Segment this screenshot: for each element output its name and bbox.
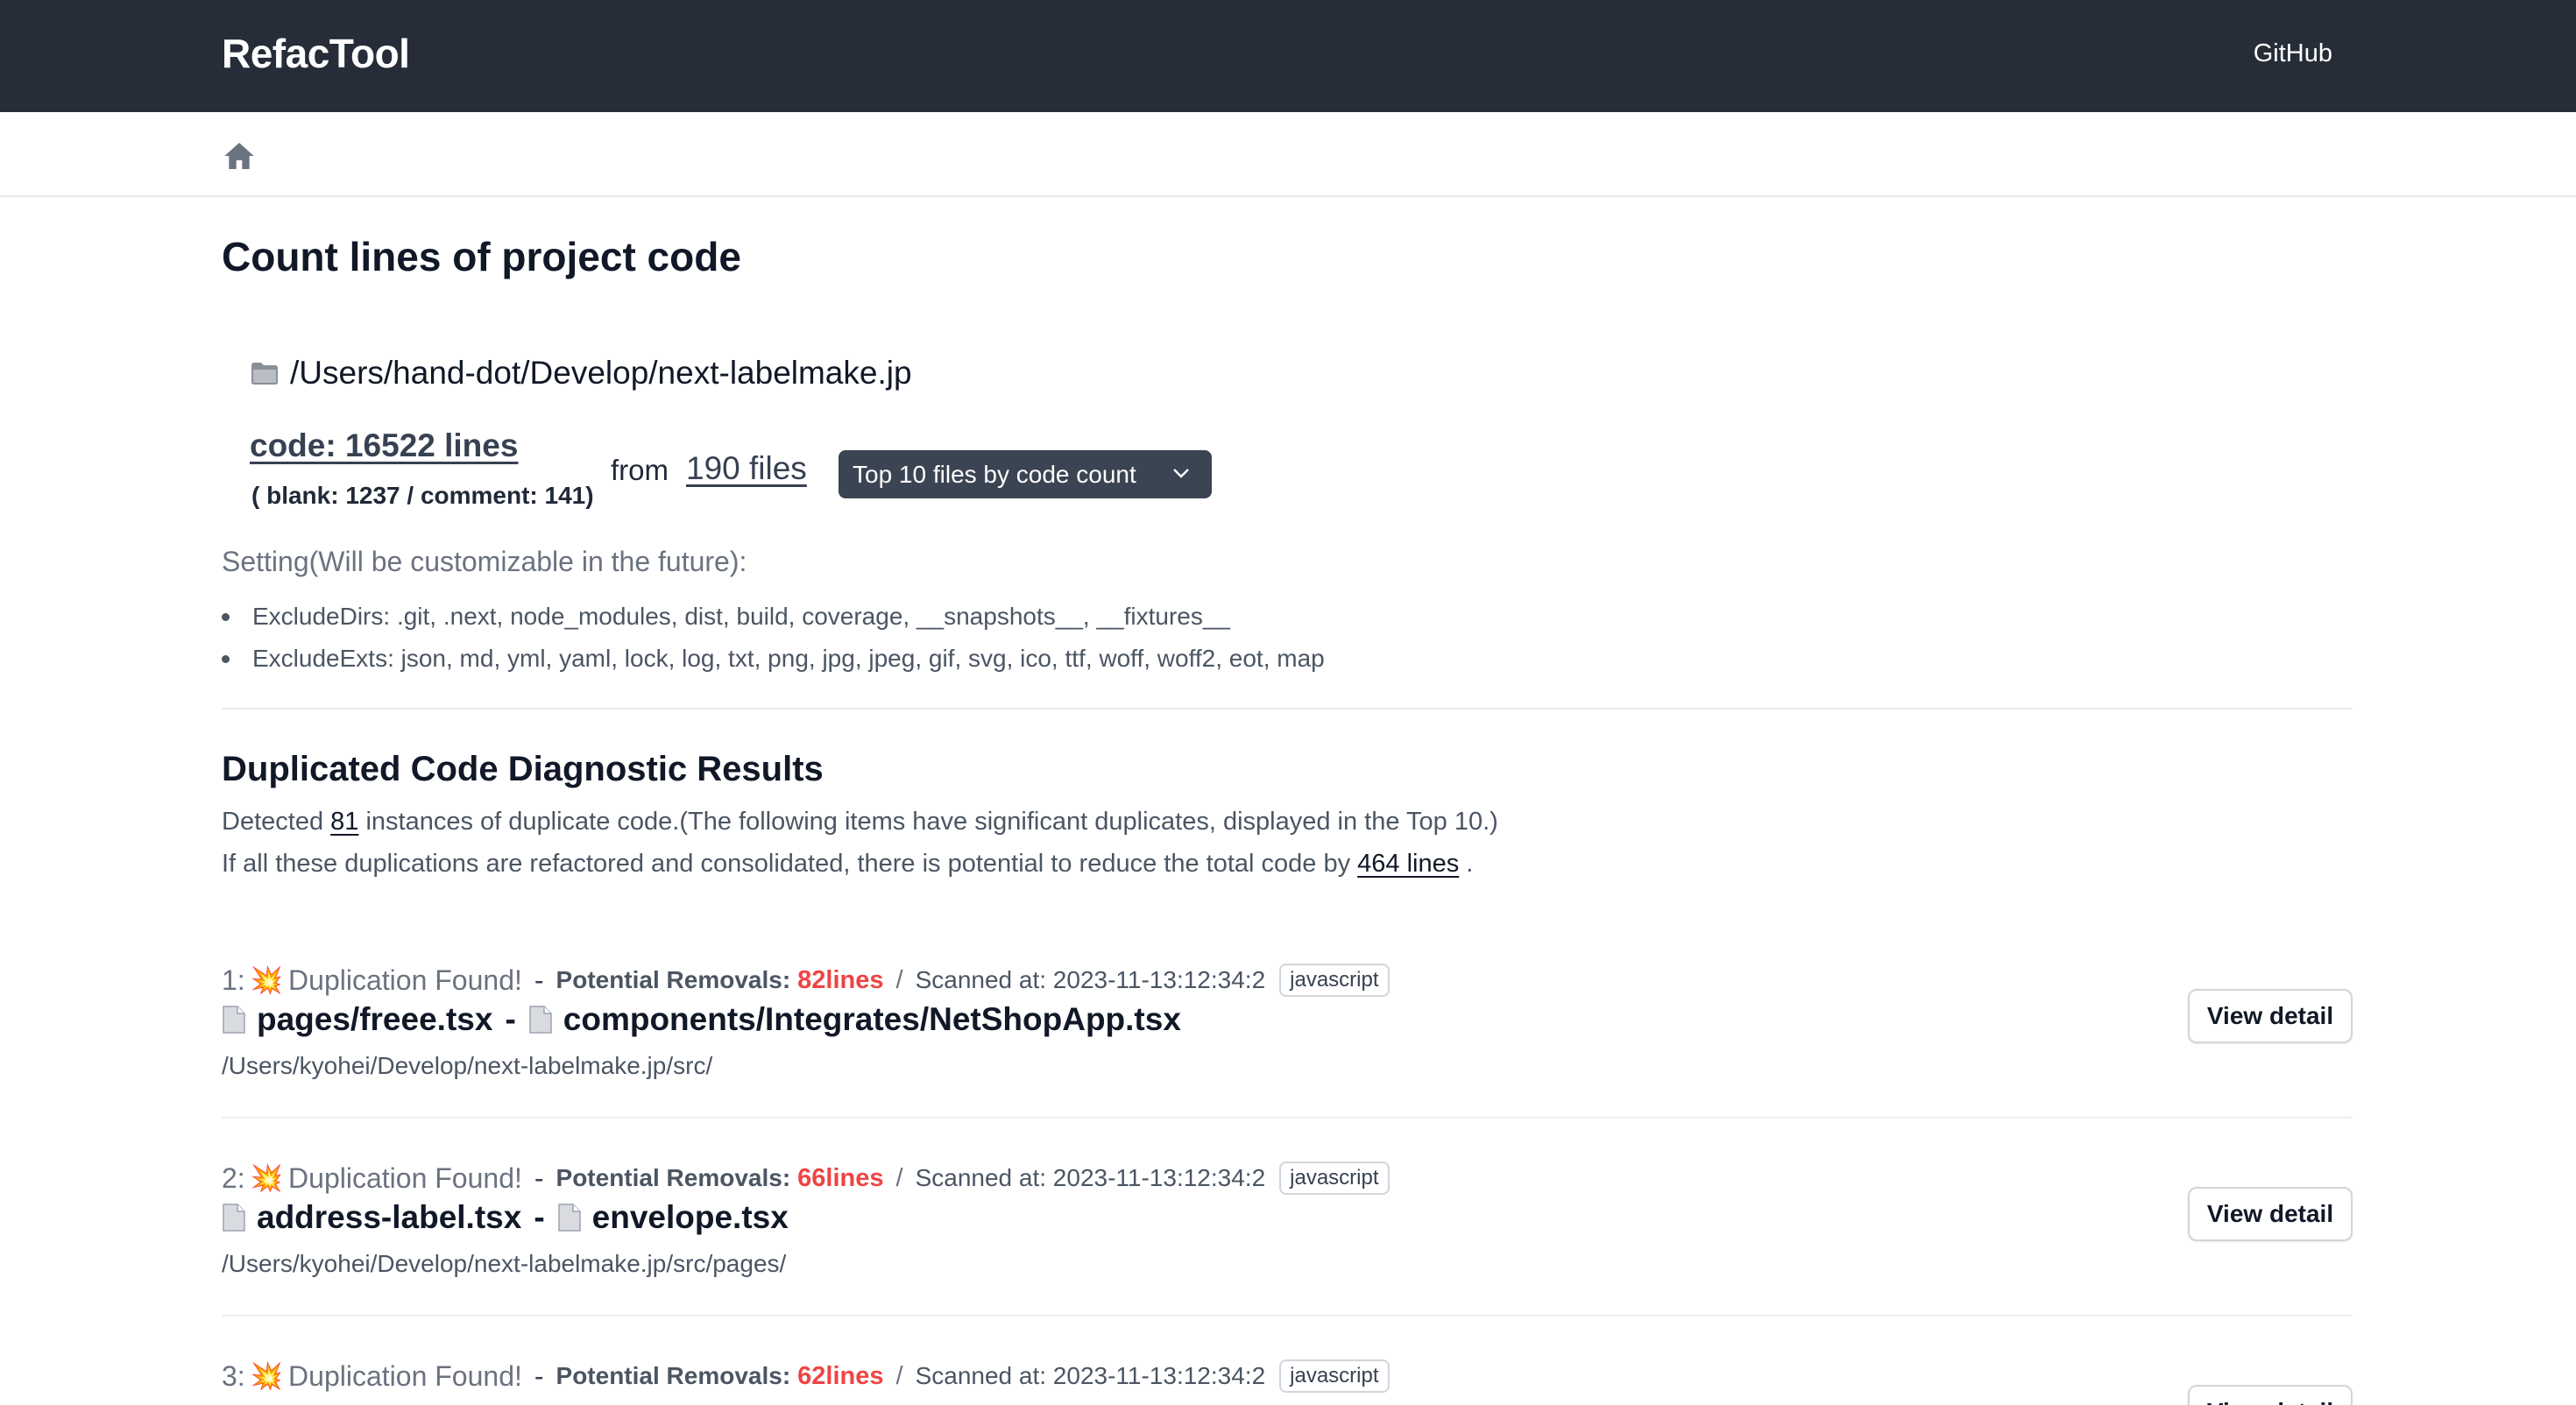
duplication-found-label: Duplication Found! bbox=[288, 964, 522, 996]
detect-summary: Detected 81 instances of duplicate code.… bbox=[222, 808, 1498, 837]
collision-icon: 💥 bbox=[250, 1361, 284, 1391]
home-icon[interactable] bbox=[222, 138, 257, 173]
potential-removals-label: Potential Removals: bbox=[556, 1164, 791, 1191]
item-number: 2: bbox=[222, 1161, 245, 1194]
duplicate-item-header: 3: 💥 Duplication Found! - Potential Remo… bbox=[222, 1357, 1390, 1395]
item-divider bbox=[222, 1117, 2353, 1119]
dash-separator: - bbox=[534, 1161, 544, 1194]
duplicate-item: 2: 💥 Duplication Found! - Potential Remo… bbox=[222, 1159, 2353, 1317]
chevron-down-icon bbox=[1173, 469, 1189, 478]
detect-count-link[interactable]: 81 bbox=[330, 808, 358, 836]
item-divider bbox=[222, 1315, 2353, 1317]
settings-item-text: ExcludeExts: json, md, yml, yaml, lock, … bbox=[252, 645, 1325, 672]
bullet bbox=[222, 654, 230, 663]
duplicate-files: pages/freee.tsx - components/Integrates/… bbox=[222, 1001, 1181, 1038]
detect-suffix: instances of duplicate code.(The followi… bbox=[365, 808, 1498, 836]
reduce-prefix: If all these duplications are refactored… bbox=[222, 850, 1351, 878]
slash-separator: / bbox=[895, 965, 903, 994]
breadcrumb bbox=[0, 112, 2576, 197]
from-label: from bbox=[611, 454, 669, 486]
file-a-name: pages/freee.tsx bbox=[257, 1001, 493, 1037]
settings-list: ExcludeDirs: .git, .next, node_modules, … bbox=[222, 596, 1325, 680]
duplicate-files: address-label.tsx - envelope.tsx bbox=[222, 1199, 789, 1236]
duplicate-item-header: 2: 💥 Duplication Found! - Potential Remo… bbox=[222, 1159, 1390, 1197]
file-icon bbox=[529, 1006, 552, 1034]
bullet bbox=[222, 612, 230, 621]
item-number: 1: bbox=[222, 964, 245, 996]
scanned-at: Scanned at: 2023-11-13:12:34:2 bbox=[915, 966, 1266, 993]
file-directory-path: /Users/kyohei/Develop/next-labelmake.jp/… bbox=[222, 1052, 713, 1079]
scanned-at: Scanned at: 2023-11-13:12:34:2 bbox=[915, 1164, 1266, 1191]
duplicate-item: 3: 💥 Duplication Found! - Potential Remo… bbox=[222, 1357, 2353, 1405]
view-detail-button[interactable]: View detail bbox=[2188, 1385, 2353, 1405]
file-directory-path: /Users/kyohei/Develop/next-labelmake.jp/… bbox=[222, 1250, 787, 1277]
dash-separator: - bbox=[534, 964, 544, 996]
scanned-at: Scanned at: 2023-11-13:12:34:2 bbox=[915, 1362, 1266, 1389]
language-badge: javascript bbox=[1279, 1161, 1390, 1195]
file-b-name: components/Integrates/NetShopApp.tsx bbox=[563, 1001, 1181, 1037]
file-separator: - bbox=[505, 1001, 516, 1037]
page-title: Count lines of project code bbox=[222, 234, 741, 279]
reduce-amount-link[interactable]: 464 lines bbox=[1357, 850, 1459, 878]
project-path: /Users/hand-dot/Develop/next-labelmake.j… bbox=[290, 355, 912, 391]
slash-separator: / bbox=[895, 1163, 903, 1192]
settings-item: ExcludeExts: json, md, yml, yaml, lock, … bbox=[222, 638, 1325, 680]
top-files-select[interactable]: Top 10 files by code count bbox=[839, 450, 1212, 498]
dash-separator: - bbox=[534, 1359, 544, 1392]
duplicate-item-header: 1: 💥 Duplication Found! - Potential Remo… bbox=[222, 961, 1390, 999]
project-path-row: /Users/hand-dot/Develop/next-labelmake.j… bbox=[250, 355, 912, 392]
file-icon bbox=[557, 1204, 581, 1232]
reduce-suffix: . bbox=[1459, 850, 1474, 878]
brand-logo[interactable]: RefacTool bbox=[222, 30, 410, 77]
top-files-select-label: Top 10 files by code count bbox=[853, 460, 1136, 488]
github-link[interactable]: GitHub bbox=[2254, 39, 2332, 68]
detect-prefix: Detected bbox=[222, 808, 324, 836]
view-detail-button[interactable]: View detail bbox=[2188, 1187, 2353, 1241]
file-b-name: envelope.tsx bbox=[591, 1199, 789, 1235]
blank-comment-count: ( blank: 1237 / comment: 141) bbox=[251, 482, 594, 509]
divider bbox=[222, 708, 2353, 710]
settings-item-text: ExcludeDirs: .git, .next, node_modules, … bbox=[252, 603, 1230, 630]
duplication-found-label: Duplication Found! bbox=[288, 1359, 522, 1392]
language-badge: javascript bbox=[1279, 1359, 1390, 1393]
file-icon bbox=[223, 1204, 245, 1232]
settings-item: ExcludeDirs: .git, .next, node_modules, … bbox=[222, 596, 1325, 638]
potential-removals-label: Potential Removals: bbox=[556, 966, 791, 993]
potential-removals-value: 62lines bbox=[797, 1361, 884, 1390]
collision-icon: 💥 bbox=[250, 965, 284, 995]
files-count-link[interactable]: 190 files bbox=[686, 450, 807, 487]
potential-removals-value: 82lines bbox=[797, 965, 884, 994]
view-detail-button[interactable]: View detail bbox=[2188, 989, 2353, 1043]
settings-title: Setting(Will be customizable in the futu… bbox=[222, 546, 747, 577]
slash-separator: / bbox=[895, 1361, 903, 1390]
folder-icon bbox=[251, 363, 278, 385]
reduce-summary: If all these duplications are refactored… bbox=[222, 850, 1473, 879]
item-number: 3: bbox=[222, 1359, 245, 1392]
duplicate-item: 1: 💥 Duplication Found! - Potential Remo… bbox=[222, 961, 2353, 1119]
file-separator: - bbox=[534, 1199, 545, 1235]
top-navbar: RefacTool GitHub bbox=[0, 0, 2576, 112]
duplicates-title: Duplicated Code Diagnostic Results bbox=[222, 750, 824, 788]
code-lines-link[interactable]: code: 16522 lines bbox=[250, 427, 518, 464]
potential-removals-label: Potential Removals: bbox=[556, 1362, 791, 1389]
collision-icon: 💥 bbox=[250, 1163, 284, 1193]
file-a-name: address-label.tsx bbox=[257, 1199, 522, 1235]
potential-removals-value: 66lines bbox=[797, 1163, 884, 1192]
file-icon bbox=[223, 1006, 245, 1034]
language-badge: javascript bbox=[1279, 964, 1390, 997]
duplication-found-label: Duplication Found! bbox=[288, 1161, 522, 1194]
